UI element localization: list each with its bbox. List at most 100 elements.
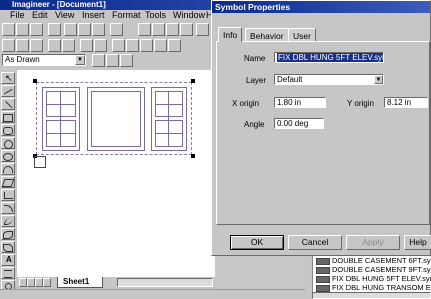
align-left-icon[interactable]: [2, 39, 15, 52]
window-elevation-symbol[interactable]: [36, 82, 192, 155]
list-item[interactable]: FIX DBL HUNG TRANSOM ELEV: [316, 283, 431, 292]
name-label: Name: [244, 54, 266, 63]
bezier-icon[interactable]: [1, 228, 15, 240]
hand-tool-icon[interactable]: [180, 23, 193, 36]
horizontal-scrollbar[interactable]: [117, 278, 213, 287]
app-title: Imagineer - [Document1]: [12, 0, 106, 9]
view-select[interactable]: As Drawn ▼: [2, 54, 86, 66]
help-button[interactable]: Help: [404, 235, 431, 250]
list-horizontal-scrollbar[interactable]: [312, 292, 431, 299]
chevron-down-icon[interactable]: ▼: [374, 75, 383, 84]
apply-button[interactable]: Apply: [346, 235, 400, 250]
fill-icon[interactable]: [154, 39, 167, 52]
tab-user[interactable]: User: [288, 28, 316, 42]
menu-view[interactable]: View: [55, 10, 74, 21]
align-right-icon[interactable]: [30, 39, 43, 52]
arc-icon[interactable]: [1, 163, 15, 175]
cut-icon[interactable]: [64, 23, 77, 36]
menu-window[interactable]: Window: [173, 10, 205, 21]
group-icon[interactable]: [126, 39, 139, 52]
polygon-icon[interactable]: [1, 176, 15, 188]
symbol-properties-dialog: Symbol Properties Info Behavior User Nam…: [211, 0, 431, 256]
menu-format[interactable]: Format: [112, 10, 141, 21]
layer-icon[interactable]: [94, 39, 107, 52]
render-wire-icon[interactable]: [92, 54, 105, 67]
list-icon[interactable]: [168, 39, 181, 52]
tab-behavior[interactable]: Behavior: [245, 28, 289, 42]
right-window-frame: [151, 87, 187, 151]
freehand-icon[interactable]: [1, 241, 15, 253]
sheet-prev-icon[interactable]: [27, 278, 35, 287]
menu-insert[interactable]: Insert: [82, 10, 105, 21]
list-item[interactable]: DOUBLE CASEMENT 9FT.sym: [316, 265, 431, 274]
standard-toolbar: [0, 22, 215, 37]
dimension-tool-icon[interactable]: [1, 267, 15, 279]
y-origin-label: Y origin: [347, 99, 374, 108]
curve-icon[interactable]: [1, 202, 15, 214]
print-icon[interactable]: [48, 23, 61, 36]
open-icon[interactable]: [16, 23, 29, 36]
menu-file[interactable]: File: [10, 10, 25, 21]
render-hidden-icon[interactable]: [106, 54, 119, 67]
selection-handle[interactable]: [191, 79, 195, 83]
selection-handle[interactable]: [33, 79, 37, 83]
text-icon[interactable]: A: [1, 254, 15, 266]
layer-value: Default: [277, 75, 303, 84]
undo-icon[interactable]: [110, 23, 123, 36]
copy-icon[interactable]: [78, 23, 91, 36]
save-icon[interactable]: [30, 23, 43, 36]
render-shade-icon[interactable]: [120, 54, 133, 67]
list-item[interactable]: DOUBLE CASEMENT 6FT.sym: [316, 256, 431, 265]
sheet-next-icon[interactable]: [35, 278, 43, 287]
sheet-tab-bar: Sheet1: [17, 277, 215, 289]
symbol-tool-icon[interactable]: [166, 23, 179, 36]
line-icon[interactable]: [1, 98, 15, 110]
sheet-first-icon[interactable]: [19, 278, 27, 287]
x-origin-field[interactable]: 1.80 in: [274, 97, 326, 108]
status-bar: [0, 289, 310, 299]
view-toolbar: As Drawn ▼: [0, 53, 215, 68]
polyline-icon[interactable]: [1, 189, 15, 201]
list-item[interactable]: FIX DBL HUNG 5FT ELEV.sym: [316, 274, 431, 283]
y-origin-value: 8.12 in: [387, 98, 412, 107]
grid-icon[interactable]: [62, 39, 75, 52]
pointer-tool-icon[interactable]: [138, 23, 151, 36]
drawing-toolbar: [0, 37, 215, 53]
cancel-button[interactable]: Cancel: [288, 235, 342, 250]
pencil-icon[interactable]: [1, 85, 15, 97]
selection-handle[interactable]: [191, 154, 195, 158]
zoom-tool-icon[interactable]: [152, 23, 165, 36]
symbol-icon: [316, 284, 330, 292]
ok-button[interactable]: OK: [230, 235, 284, 250]
angle-label: Angle: [244, 120, 265, 129]
tab-info[interactable]: Info: [218, 27, 243, 42]
text-tool-icon[interactable]: [112, 39, 125, 52]
angle-field[interactable]: 0.00 deg: [274, 118, 324, 129]
align-center-icon[interactable]: [16, 39, 29, 52]
chevron-down-icon[interactable]: ▼: [75, 55, 85, 65]
menu-edit[interactable]: Edit: [32, 10, 48, 21]
layer-select[interactable]: Default ▼: [274, 74, 384, 85]
dialog-title: Symbol Properties: [215, 2, 291, 12]
ellipse-icon[interactable]: [1, 150, 15, 162]
sheet-last-icon[interactable]: [43, 278, 51, 287]
angle-value: 0.00 deg: [277, 119, 309, 128]
symbol-icon: [316, 257, 330, 265]
drawing-canvas[interactable]: [17, 70, 215, 277]
rounded-rect-icon[interactable]: [1, 124, 15, 136]
ungroup-icon[interactable]: [140, 39, 153, 52]
name-field[interactable]: FIX DBL HUNG 5FT ELEV.sym: [274, 52, 384, 63]
pointer-icon[interactable]: ↖: [1, 72, 15, 84]
snap-icon[interactable]: [80, 39, 93, 52]
circle-icon[interactable]: [1, 137, 15, 149]
sheet-tab[interactable]: Sheet1: [57, 277, 103, 288]
dimension-icon[interactable]: [48, 39, 61, 52]
spline-icon[interactable]: [1, 215, 15, 227]
y-origin-field[interactable]: 8.12 in: [384, 97, 428, 108]
redraw-icon[interactable]: [196, 23, 209, 36]
paste-icon[interactable]: [92, 23, 105, 36]
rectangle-icon[interactable]: [1, 111, 15, 123]
menu-tools[interactable]: Tools: [145, 10, 166, 21]
new-doc-icon[interactable]: [2, 23, 15, 36]
left-window-frame: [42, 87, 80, 151]
